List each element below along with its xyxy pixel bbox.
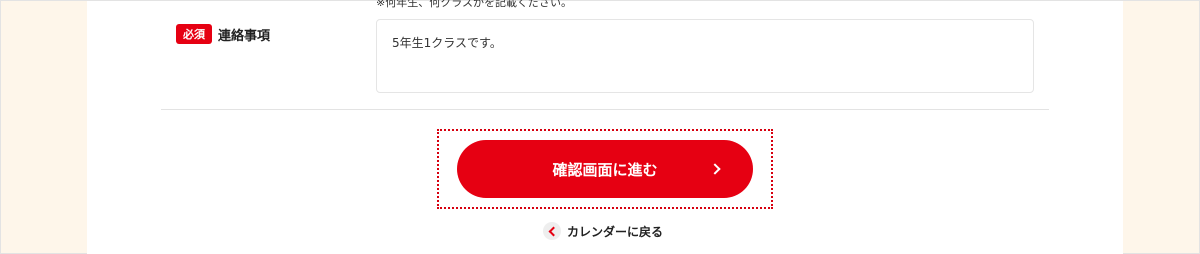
submit-button-label: 確認画面に進む [552,160,658,179]
proceed-to-confirmation-button[interactable]: 確認画面に進む [457,140,753,198]
chevron-right-icon [709,163,721,175]
chevron-left-icon [543,222,561,240]
page-frame: ※何年生、何クラスかを記載ください。 必須 連絡事項 5年生1クラスです。 確認… [0,0,1200,254]
field-hint-text: ※何年生、何クラスかを記載ください。 [376,0,572,9]
required-badge: 必須 [176,24,212,44]
back-to-calendar-link[interactable]: カレンダーに戻る [543,221,663,241]
contact-notes-label: 連絡事項 [218,29,271,44]
back-link-label: カレンダーに戻る [567,224,664,239]
section-divider [161,109,1049,110]
contact-notes-textarea[interactable]: 5年生1クラスです。 [376,19,1034,93]
